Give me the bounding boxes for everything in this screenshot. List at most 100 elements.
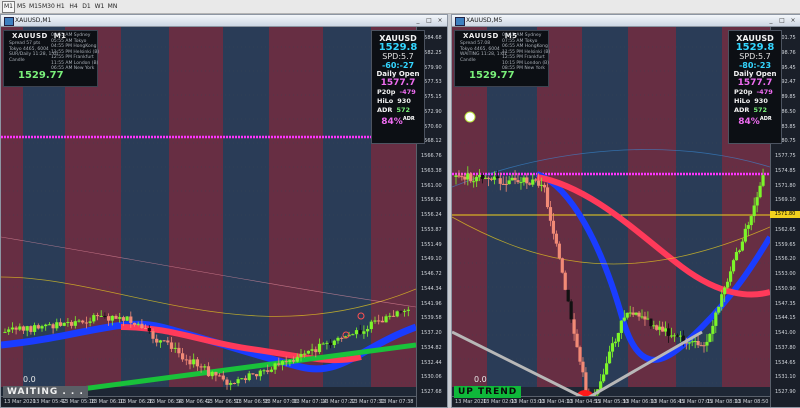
candle-body	[554, 233, 558, 244]
candle-body	[572, 319, 576, 334]
candle-body	[384, 316, 388, 323]
candle-body	[306, 350, 310, 354]
panel-adr: ADR 572	[377, 106, 411, 114]
timeframe-button-d1[interactable]: D1	[80, 1, 93, 13]
panel-timer: -80:-23	[738, 61, 772, 70]
candle-body	[752, 205, 756, 217]
candle-body	[661, 326, 665, 332]
candle-body	[144, 328, 148, 330]
minimize-button[interactable]: _	[766, 17, 776, 24]
candle-body	[708, 333, 712, 342]
candle-body	[292, 360, 296, 362]
candle-body	[77, 320, 81, 322]
panel-price: 1529.8	[735, 42, 775, 53]
timeframe-button-m5[interactable]: M5	[15, 1, 28, 13]
candle-body	[44, 324, 48, 327]
close-button[interactable]: ×	[435, 17, 445, 24]
time-tick-label: 13 Mar 2020	[4, 399, 36, 405]
candle-body	[478, 174, 482, 177]
candle-body	[599, 381, 603, 390]
price-tick-label: 1527.68	[421, 389, 442, 395]
session-row: 04:55 PM HongKong	[51, 44, 97, 49]
candle-body	[699, 345, 703, 347]
candle-body	[643, 316, 647, 320]
price-tick-label: 1541.00	[775, 330, 796, 336]
panel-p20: P20p -479	[377, 88, 416, 96]
candle-body	[266, 370, 270, 372]
candle-body	[158, 340, 162, 343]
candle-body	[255, 374, 259, 377]
maximize-button[interactable]: □	[777, 17, 787, 24]
candle-body	[711, 325, 715, 334]
price-tick-label: 1527.90	[775, 389, 796, 395]
candle-body	[406, 309, 410, 311]
candle-body	[737, 250, 742, 253]
info-row: Candle	[9, 57, 25, 63]
price-tick-label: 1550.90	[775, 285, 796, 292]
candle-body	[575, 333, 579, 348]
panel-adr-percent: 84%ADR	[381, 116, 415, 127]
candle-body	[280, 361, 285, 365]
candle-body	[513, 177, 517, 181]
candle-body	[693, 341, 697, 343]
maximize-button[interactable]: □	[424, 17, 434, 24]
candle-body	[377, 320, 381, 322]
candle-body	[622, 317, 626, 321]
candle-body	[728, 271, 733, 282]
candle-body	[720, 294, 724, 307]
timeframe-button-m30[interactable]: M30	[41, 1, 55, 13]
candle-body	[229, 382, 233, 385]
candle-body	[125, 316, 129, 321]
price-level-tag: 1571.80	[770, 211, 800, 218]
panel-adr-percent: 84%ADR	[738, 116, 772, 127]
candle-body	[236, 379, 240, 384]
candle-body	[528, 183, 532, 185]
candle-body	[232, 382, 236, 384]
candle-body	[29, 326, 33, 332]
info-row: Tokyo 4465, 6004	[9, 46, 49, 52]
candle-body	[545, 187, 550, 208]
candle-body	[640, 316, 644, 318]
candle-body	[495, 176, 499, 179]
candle-body	[613, 341, 618, 344]
window-titlebar[interactable]: XAUUSD,M5 _ □ ×	[452, 15, 800, 27]
price-tick-label: 1551.49	[421, 241, 442, 248]
minimize-button[interactable]: _	[413, 17, 423, 24]
price-tick-label: 1537.20	[421, 330, 442, 336]
close-button[interactable]: ×	[788, 17, 798, 24]
price-tick-label: 1531.10	[775, 374, 796, 381]
price-tick-label: 1546.72	[421, 271, 442, 277]
candle-body	[140, 323, 144, 329]
timeframe-button-h4[interactable]: H4	[67, 1, 80, 13]
chart-window-m1[interactable]: XAUUSD,M1 _ □ × 1584.68 1582.25 1579.90 157…	[0, 14, 448, 408]
timeframe-button-w1[interactable]: W1	[93, 1, 106, 13]
candle-body	[177, 347, 181, 354]
candle-body	[388, 315, 392, 317]
signal-marker	[464, 111, 476, 123]
window-titlebar[interactable]: XAUUSD,M1 _ □ ×	[1, 15, 447, 27]
candle-body	[734, 252, 739, 261]
candle-body	[380, 320, 384, 323]
candle-body	[251, 373, 255, 375]
price-tick-label: 1556.24	[421, 212, 442, 218]
candle-body	[463, 176, 467, 180]
candle-body	[489, 178, 494, 180]
timeframe-button-mn[interactable]: MN	[106, 1, 119, 13]
candle-body	[203, 366, 207, 368]
candle-body	[218, 375, 222, 377]
candle-body	[534, 179, 538, 181]
candle-body	[731, 260, 736, 272]
timeframe-button-m15[interactable]: M15	[28, 1, 42, 13]
indicator-panel: XAUUSD 1529.8 SPD:5.7 -80:-23 Daily Open…	[728, 30, 782, 144]
timeframe-button-h1[interactable]: H1	[54, 1, 67, 13]
candle-body	[399, 311, 403, 313]
timeframe-toolbar: M1 M5 M15 M30 H1 H4 D1 W1 MN	[0, 0, 800, 14]
chart-window-m5[interactable]: XAUUSD,M5 _ □ × 1601.75 1598.76 1595.45 159…	[451, 14, 800, 408]
status-zero: 0.0	[23, 375, 36, 384]
price-tick-label: 1544.15	[775, 315, 796, 322]
candle-body	[107, 316, 111, 321]
timeframe-button-m1[interactable]: M1	[2, 1, 15, 13]
candle-body	[269, 369, 273, 372]
session-row: 08:15 AM Sydney	[502, 33, 542, 38]
candle-body	[58, 322, 63, 326]
